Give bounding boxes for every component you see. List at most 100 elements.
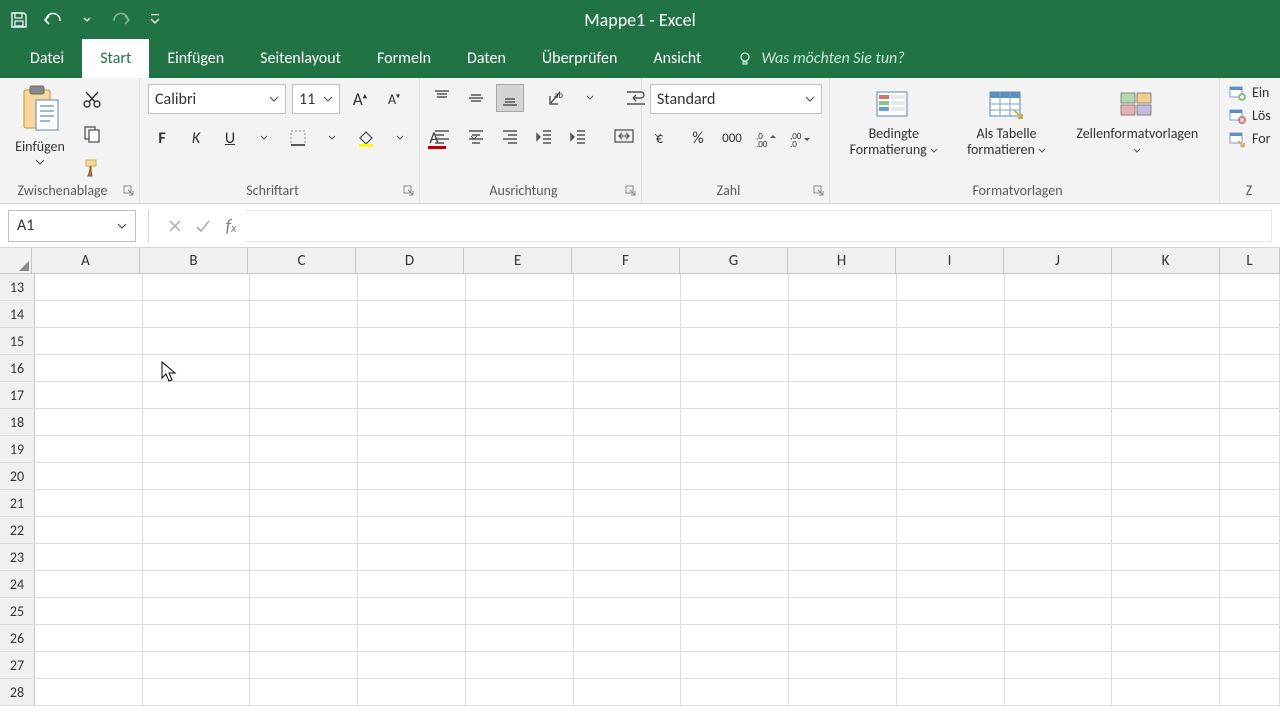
cell[interactable] [250,679,358,705]
cell[interactable] [466,517,574,543]
cut-button[interactable] [78,86,106,114]
column-header-J[interactable]: J [1004,248,1112,273]
cell[interactable] [681,463,789,489]
cell[interactable] [358,517,466,543]
row-header-22[interactable]: 22 [0,517,35,543]
cell[interactable] [1220,301,1280,327]
cell[interactable] [1112,463,1220,489]
cell[interactable] [250,382,358,408]
percent-format-button[interactable]: % [684,124,712,152]
cell[interactable] [1005,436,1113,462]
cell[interactable] [681,544,789,570]
cell[interactable] [789,571,897,597]
cell[interactable] [897,652,1005,678]
row-header-21[interactable]: 21 [0,490,35,516]
tab-formeln[interactable]: Formeln [359,39,449,78]
cell[interactable] [897,301,1005,327]
cell[interactable] [1005,679,1113,705]
cell[interactable] [1112,544,1220,570]
cell[interactable] [358,436,466,462]
number-format-combo[interactable]: Standard [650,84,822,114]
cell[interactable] [681,355,789,381]
cell[interactable] [681,490,789,516]
italic-button[interactable]: K [182,124,210,152]
cell[interactable] [250,598,358,624]
cell[interactable] [35,301,143,327]
cell[interactable] [35,679,143,705]
cell[interactable] [143,328,251,354]
cell[interactable] [358,274,466,300]
cell[interactable] [574,625,682,651]
cell[interactable] [358,328,466,354]
cell[interactable] [897,571,1005,597]
cell[interactable] [1005,355,1113,381]
underline-button[interactable]: U [216,124,244,152]
cell[interactable] [574,301,682,327]
cell[interactable] [789,355,897,381]
row-header-27[interactable]: 27 [0,652,35,678]
save-button[interactable] [6,7,32,33]
cell[interactable] [1220,409,1280,435]
row-header-23[interactable]: 23 [0,544,35,570]
cell[interactable] [143,301,251,327]
cell[interactable] [574,274,682,300]
cell[interactable] [1112,409,1220,435]
cell[interactable] [1112,679,1220,705]
fill-color-dropdown[interactable] [386,124,414,152]
cell[interactable] [35,544,143,570]
cell[interactable] [897,598,1005,624]
cell[interactable] [1220,625,1280,651]
cell[interactable] [1112,355,1220,381]
cell[interactable] [250,355,358,381]
cell[interactable] [250,328,358,354]
cell[interactable] [143,274,251,300]
cell[interactable] [143,652,251,678]
column-header-K[interactable]: K [1112,248,1220,273]
decrease-indent-button[interactable] [530,122,558,150]
align-middle-button[interactable] [462,84,490,112]
cell[interactable] [897,409,1005,435]
cell[interactable] [250,625,358,651]
cell[interactable] [681,517,789,543]
cell[interactable] [358,409,466,435]
cell[interactable] [897,328,1005,354]
paste-button[interactable]: Einfügen [8,84,72,165]
cell[interactable] [897,625,1005,651]
cell[interactable] [358,301,466,327]
cell[interactable] [35,382,143,408]
cell[interactable] [35,436,143,462]
column-header-D[interactable]: D [356,248,464,273]
cell[interactable] [35,409,143,435]
cell[interactable] [466,328,574,354]
cell[interactable] [466,409,574,435]
cell[interactable] [1220,274,1280,300]
cell[interactable] [1005,598,1113,624]
cell[interactable] [681,301,789,327]
cell[interactable] [358,544,466,570]
cell[interactable] [35,517,143,543]
row-header-18[interactable]: 18 [0,409,35,435]
cell[interactable] [1005,490,1113,516]
cell[interactable] [466,274,574,300]
cell[interactable] [250,652,358,678]
decrease-font-button[interactable]: A▾ [380,85,408,113]
cell[interactable] [35,598,143,624]
insert-cells-button[interactable]: Ein [1228,84,1269,101]
cell[interactable] [35,328,143,354]
cell[interactable] [250,490,358,516]
tab-daten[interactable]: Daten [449,39,524,78]
cell[interactable] [35,463,143,489]
cell[interactable] [1005,463,1113,489]
cell[interactable] [1112,598,1220,624]
cell[interactable] [35,274,143,300]
increase-indent-button[interactable] [564,122,592,150]
cell[interactable] [574,679,682,705]
cell[interactable] [574,409,682,435]
cell[interactable] [35,490,143,516]
cell[interactable] [358,571,466,597]
cell[interactable] [1005,409,1113,435]
cell[interactable] [466,490,574,516]
cell[interactable] [897,436,1005,462]
cell[interactable] [466,382,574,408]
cell[interactable] [574,598,682,624]
